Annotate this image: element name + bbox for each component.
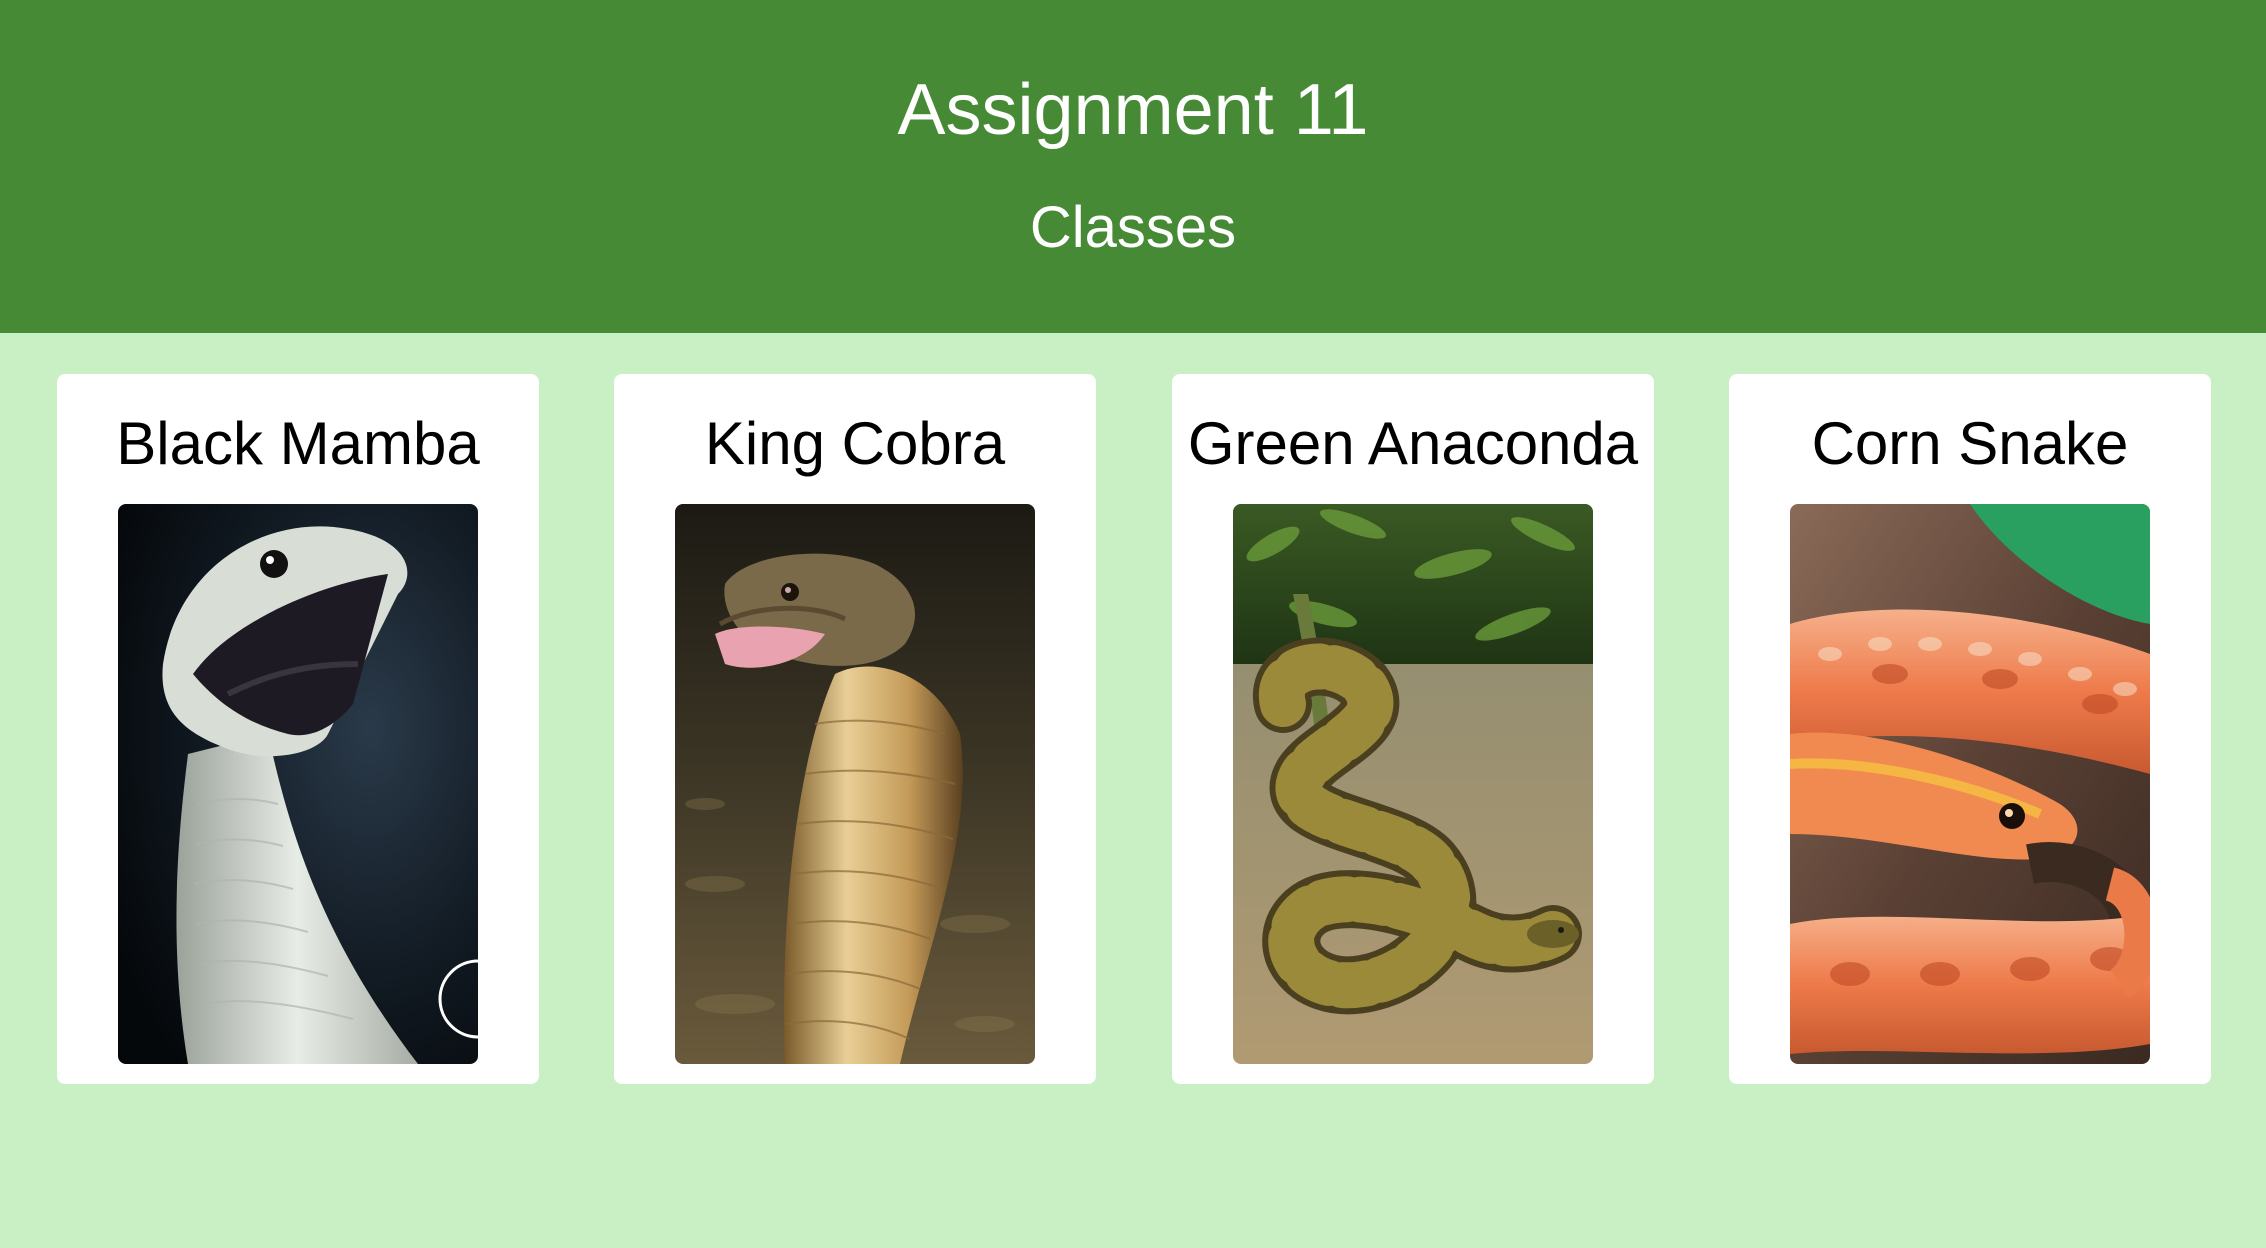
card-title: Green Anaconda	[1187, 410, 1639, 477]
snake-card-king-cobra: King Cobra	[614, 374, 1096, 1084]
page-title: Assignment 11	[897, 70, 1369, 150]
king-cobra-photo	[675, 504, 1035, 1064]
snake-card-corn-snake: Corn Snake	[1729, 374, 2211, 1084]
card-title: Black Mamba	[116, 410, 480, 477]
snake-card-green-anaconda: Green Anaconda	[1172, 374, 1654, 1084]
green-anaconda-photo	[1233, 504, 1593, 1064]
page-subtitle: Classes	[1029, 195, 1237, 260]
black-mamba-photo	[118, 504, 478, 1064]
card-title: Corn Snake	[1811, 410, 2129, 477]
corn-snake-photo	[1790, 504, 2150, 1064]
page-header: Assignment 11 Classes	[0, 0, 2266, 333]
snake-card-black-mamba: Black Mamba	[57, 374, 539, 1084]
card-title: King Cobra	[704, 410, 1006, 477]
